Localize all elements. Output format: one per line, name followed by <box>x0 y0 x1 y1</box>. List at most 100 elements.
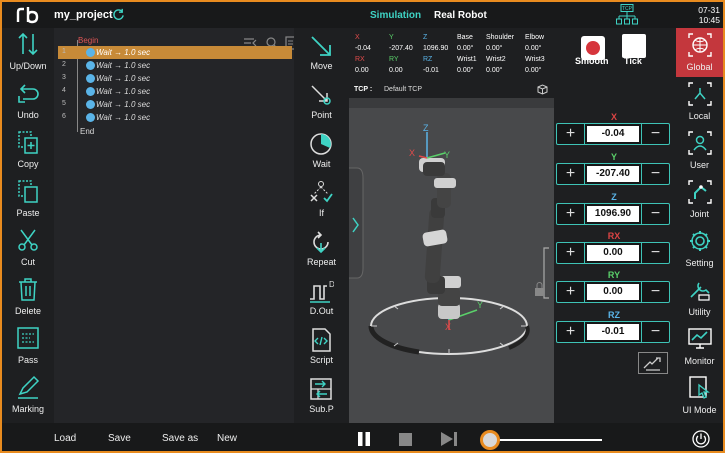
mode-real-robot-button[interactable]: Real Robot <box>434 10 487 21</box>
rz-decrement-button[interactable]: − <box>641 322 669 342</box>
marking-icon <box>18 375 40 399</box>
program-row[interactable]: 4 Wait → 1.0 sec <box>58 85 292 98</box>
speed-slider-track[interactable] <box>490 439 602 441</box>
pause-icon[interactable] <box>357 432 371 446</box>
program-row[interactable]: 5 Wait → 1.0 sec <box>58 98 292 111</box>
rz-value-field[interactable]: -0.01 <box>587 324 639 340</box>
dout-button[interactable]: D D.Out <box>294 273 349 322</box>
script-button[interactable]: Script <box>294 322 349 371</box>
clock-icon <box>86 61 95 70</box>
undo-button[interactable]: Undo <box>2 77 54 126</box>
x-value: -0.04 <box>355 45 371 52</box>
rx-decrement-button[interactable]: − <box>641 243 669 263</box>
load-button[interactable]: Load <box>54 433 76 444</box>
delete-button[interactable]: Delete <box>2 273 54 322</box>
monitor-button[interactable]: Monitor <box>676 322 723 371</box>
if-button[interactable]: If <box>294 175 349 224</box>
wait-button[interactable]: Wait <box>294 126 349 175</box>
updown-button[interactable]: Up/Down <box>2 28 54 77</box>
globe-icon <box>688 33 712 57</box>
move-button[interactable]: Move <box>294 28 349 77</box>
clock-icon <box>86 113 95 122</box>
rz-increment-button[interactable]: + <box>557 322 585 342</box>
setting-button[interactable]: Setting <box>676 224 723 273</box>
save-as-button[interactable]: Save as <box>162 433 198 444</box>
program-row[interactable]: 6 Wait → 1.0 sec <box>58 111 292 124</box>
stop-icon[interactable] <box>399 433 412 446</box>
uimode-button[interactable]: UI Mode <box>676 371 723 420</box>
ry-value-field[interactable]: 0.00 <box>587 284 639 300</box>
z-value-field[interactable]: 1096.90 <box>587 206 639 222</box>
rx-increment-button[interactable]: + <box>557 243 585 263</box>
user-button[interactable]: User <box>676 126 723 175</box>
z-decrement-button[interactable]: − <box>641 204 669 224</box>
point-button[interactable]: Point <box>294 77 349 126</box>
wrist2-header: Wrist2 <box>486 56 506 63</box>
cube-icon[interactable] <box>537 84 548 95</box>
mode-simulation-button[interactable]: Simulation <box>370 10 421 21</box>
y-decrement-button[interactable]: − <box>641 164 669 184</box>
script-icon <box>312 328 331 352</box>
refresh-icon[interactable] <box>112 8 125 21</box>
wrist3-header: Wrist3 <box>525 56 545 63</box>
point-icon <box>311 85 331 105</box>
shoulder-value: 0.00° <box>486 45 503 52</box>
repeat-button[interactable]: Repeat <box>294 224 349 273</box>
z-increment-button[interactable]: + <box>557 204 585 224</box>
project-name[interactable]: my_project <box>54 9 113 21</box>
program-row[interactable]: 3 Wait → 1.0 sec <box>58 72 292 85</box>
teach-hand-icon[interactable] <box>638 352 668 374</box>
x-decrement-button[interactable]: − <box>641 124 669 144</box>
save-button[interactable]: Save <box>108 433 131 444</box>
robot-3d-viewport[interactable]: Z Y X Z Y X <box>349 98 554 423</box>
global-button[interactable]: Global <box>676 28 723 77</box>
tcp-value[interactable]: Default TCP <box>384 86 422 93</box>
local-button[interactable]: Local <box>676 77 723 126</box>
x-value-field[interactable]: -0.04 <box>587 126 639 142</box>
row-text: Wait → 1.0 sec <box>96 48 151 57</box>
speed-slider-knob[interactable] <box>480 430 500 450</box>
if-icon <box>310 181 333 203</box>
program-row[interactable]: 2 Wait → 1.0 sec <box>58 59 292 72</box>
dout-label: D.Out <box>309 306 334 316</box>
copy-button[interactable]: Copy <box>2 126 54 175</box>
elbow-value: 0.00° <box>525 45 542 52</box>
power-icon[interactable] <box>692 430 710 448</box>
user-icon <box>688 131 712 155</box>
joint-button[interactable]: Joint <box>676 175 723 224</box>
coord-axis-label: Y <box>610 152 617 162</box>
y-value-field[interactable]: -207.40 <box>587 166 639 182</box>
svg-text:Y: Y <box>477 300 483 310</box>
paste-button[interactable]: Paste <box>2 175 54 224</box>
row-number: 5 <box>62 100 66 107</box>
tcp-network-icon[interactable]: TCP <box>615 4 639 26</box>
end-row[interactable]: End <box>58 125 292 138</box>
program-row[interactable]: 1 Wait → 1.0 sec <box>58 46 292 59</box>
clock-icon <box>86 48 95 57</box>
rx-value: 0.00 <box>355 67 369 74</box>
uimode-label: UI Mode <box>682 405 717 415</box>
tick-toggle[interactable] <box>622 34 646 58</box>
step-forward-icon[interactable] <box>441 432 458 446</box>
copy-icon <box>18 131 38 154</box>
marking-button[interactable]: Marking <box>2 371 54 420</box>
repeat-label: Repeat <box>306 257 337 267</box>
ry-decrement-button[interactable]: − <box>641 282 669 302</box>
rx-value-field[interactable]: 0.00 <box>587 245 639 261</box>
utility-button[interactable]: Utility <box>676 273 723 322</box>
cut-button[interactable]: Cut <box>2 224 54 273</box>
wrist1-value: 0.00° <box>457 67 474 74</box>
mode-toolbar: Global Local User Joint Setting Utility … <box>676 28 723 423</box>
pass-button[interactable]: Pass <box>2 322 54 371</box>
cut-icon <box>18 229 38 251</box>
joint-icon <box>688 180 712 204</box>
ry-increment-button[interactable]: + <box>557 282 585 302</box>
new-button[interactable]: New <box>217 433 237 444</box>
subp-button[interactable]: Sub.P <box>294 371 349 420</box>
utility-icon <box>690 282 710 301</box>
x-increment-button[interactable]: + <box>557 124 585 144</box>
paste-icon <box>18 180 38 203</box>
y-increment-button[interactable]: + <box>557 164 585 184</box>
row-number: 6 <box>62 113 66 120</box>
tick-label: Tick <box>624 56 642 66</box>
